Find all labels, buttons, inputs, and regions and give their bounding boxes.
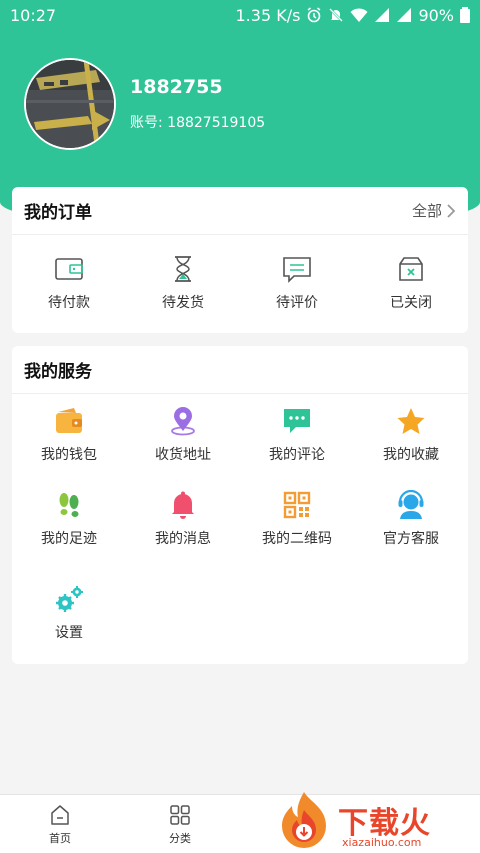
chevron-right-icon <box>447 203 456 218</box>
status-time: 10:27 <box>10 5 57 25</box>
order-label: 待评价 <box>276 295 318 311</box>
status-bar: 10:27 1.35 K/s 90% <box>0 0 480 30</box>
service-qrcode[interactable]: 我的二维码 <box>240 490 354 574</box>
gears-icon <box>56 586 83 612</box>
service-address[interactable]: 收货地址 <box>126 406 240 490</box>
location-pin-icon <box>171 407 195 436</box>
home-icon <box>51 805 69 825</box>
service-label: 我的钱包 <box>41 447 97 463</box>
battery-icon <box>460 7 470 23</box>
order-pending-shipment[interactable]: 待发货 <box>126 255 240 312</box>
bell-icon <box>172 491 194 519</box>
tab-home[interactable]: 首页 <box>0 795 120 853</box>
service-messages[interactable]: 我的消息 <box>126 490 240 574</box>
account-line: 账号: 18827519105 <box>130 112 265 132</box>
watermark-url: xiazaihuo.com <box>342 836 422 849</box>
tab-label: 分类 <box>169 832 191 845</box>
service-favorites[interactable]: 我的收藏 <box>354 406 468 490</box>
service-label: 我的二维码 <box>262 531 332 547</box>
services-title: 我的服务 <box>24 362 92 382</box>
order-label: 待发货 <box>162 295 204 311</box>
avatar-photo-icon <box>26 60 114 148</box>
orders-title: 我的订单 <box>24 203 92 223</box>
hourglass-icon <box>175 256 191 282</box>
profile-info: 1882755 账号: 18827519105 <box>130 76 265 132</box>
orders-view-all-label: 全部 <box>411 202 442 220</box>
signal-icon <box>375 8 390 22</box>
comment-icon <box>283 257 311 283</box>
wallet-icon <box>56 408 82 433</box>
service-label: 我的评论 <box>269 447 325 463</box>
wallet-icon <box>55 258 83 280</box>
service-label: 我的收藏 <box>383 447 439 463</box>
alarm-icon <box>307 7 321 23</box>
avatar[interactable] <box>24 58 116 150</box>
wifi-icon <box>350 8 368 22</box>
watermark: 下载火 xiazaihuo.com <box>268 788 480 853</box>
order-label: 已关闭 <box>390 295 432 311</box>
orders-view-all[interactable]: 全部 <box>412 200 456 221</box>
service-comments[interactable]: 我的评论 <box>240 406 354 490</box>
order-pending-review[interactable]: 待评价 <box>240 255 354 312</box>
order-status-row: 待付款 待发货 待评价 已关闭 <box>12 235 468 312</box>
tab-label: 首页 <box>49 832 71 845</box>
flame-logo-icon <box>282 792 326 848</box>
tab-categories[interactable]: 分类 <box>120 795 240 853</box>
service-label: 我的足迹 <box>41 531 97 547</box>
services-card: 我的服务 我的钱包 收货地址 我的评论 我的收藏 我的足迹 我的消息 我的二维码… <box>12 346 468 664</box>
username: 1882755 <box>130 76 223 98</box>
services-header: 我的服务 <box>12 346 468 394</box>
service-customer-support[interactable]: 官方客服 <box>354 490 468 574</box>
order-pending-payment[interactable]: 待付款 <box>12 255 126 312</box>
status-indicators: 1.35 K/s 90% <box>235 5 470 25</box>
services-grid: 我的钱包 收货地址 我的评论 我的收藏 我的足迹 我的消息 我的二维码 官方客服… <box>12 394 468 668</box>
service-settings[interactable]: 设置 <box>12 584 126 668</box>
service-label: 收货地址 <box>155 447 211 463</box>
profile-section[interactable]: 1882755 账号: 18827519105 <box>24 58 265 150</box>
grid-icon <box>170 805 190 825</box>
orders-header[interactable]: 我的订单 全部 <box>12 187 468 235</box>
service-label: 官方客服 <box>383 531 439 547</box>
order-label: 待付款 <box>48 295 90 311</box>
footprint-icon <box>59 493 79 517</box>
star-icon <box>397 408 425 434</box>
account-number: 18827519105 <box>167 115 266 131</box>
account-label: 账号: <box>130 115 163 131</box>
chat-bubble-icon <box>284 409 310 433</box>
signal-icon-2 <box>397 8 412 22</box>
closed-box-icon <box>399 257 423 281</box>
mute-bell-icon <box>329 8 344 22</box>
battery-level: 90% <box>418 5 454 25</box>
service-wallet[interactable]: 我的钱包 <box>12 406 126 490</box>
order-closed[interactable]: 已关闭 <box>354 255 468 312</box>
net-speed: 1.35 K/s <box>235 5 301 25</box>
qr-code-icon <box>283 491 311 519</box>
service-footprints[interactable]: 我的足迹 <box>12 490 126 574</box>
headset-icon <box>398 490 424 519</box>
service-label: 我的消息 <box>155 531 211 547</box>
service-label: 设置 <box>55 625 83 641</box>
orders-card: 我的订单 全部 待付款 待发货 待评价 已关闭 <box>12 187 468 333</box>
